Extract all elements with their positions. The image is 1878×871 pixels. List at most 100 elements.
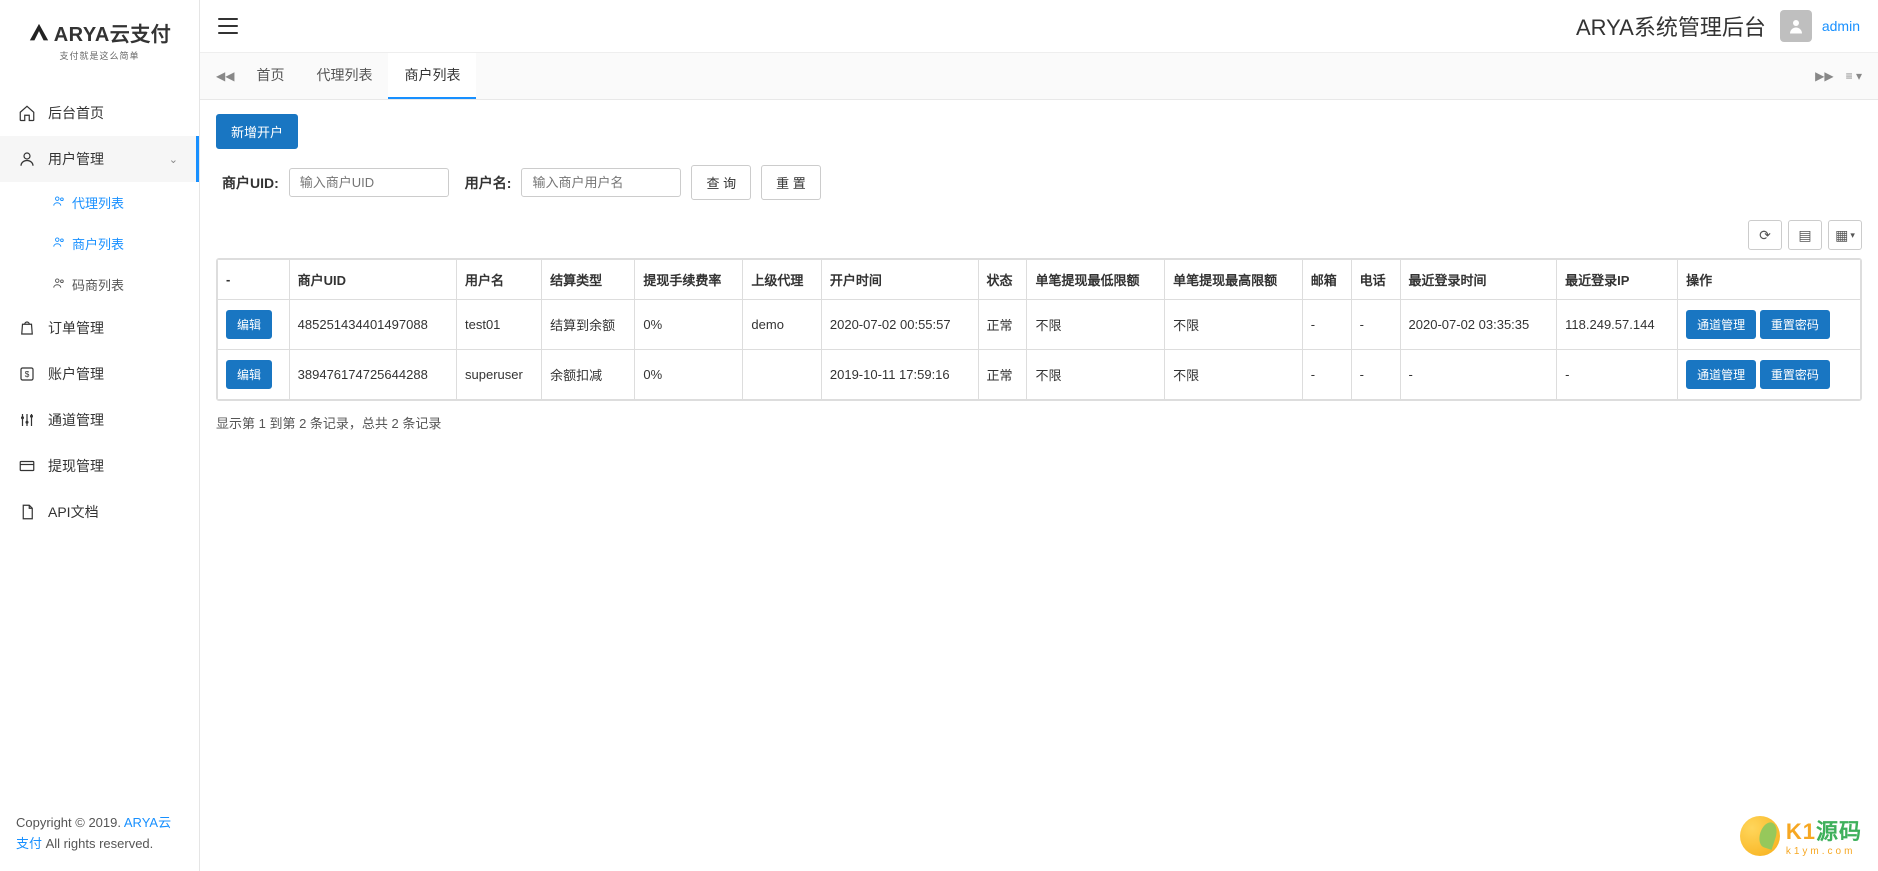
reset-button[interactable]: 重 置 [761, 165, 821, 200]
tabs-scroll-right-icon[interactable]: ▶▶ [1809, 61, 1839, 91]
watermark: K1源码 k1ym.com [1740, 814, 1862, 857]
sliders-icon [18, 411, 36, 429]
tabs-menu-icon[interactable]: ≡ ▾ [1840, 61, 1868, 91]
row-action-button[interactable]: 重置密码 [1760, 360, 1830, 389]
cell: 0% [635, 350, 743, 400]
bag-icon [18, 319, 36, 337]
refresh-icon[interactable]: ⟳ [1748, 220, 1782, 250]
copyright-prefix: Copyright © 2019. [16, 815, 124, 830]
nav-sub-item[interactable]: 代理列表 [42, 182, 199, 223]
nav-label: 用户管理 [48, 149, 157, 169]
table-summary: 显示第 1 到第 2 条记录，总共 2 条记录 [216, 413, 1862, 432]
watermark-b: 源码 [1816, 819, 1862, 844]
cell: - [1351, 300, 1400, 350]
cell: 2020-07-02 03:35:35 [1400, 300, 1557, 350]
tabs-scroll-left-icon[interactable]: ◀◀ [210, 61, 240, 91]
footer: Copyright © 2019. ARYA云支付 All rights res… [0, 797, 199, 871]
cell: 通道管理 重置密码 [1678, 350, 1861, 400]
doc-icon [18, 503, 36, 521]
filter-row: 商户UID: 用户名: 查 询 重 置 [216, 165, 1862, 200]
logo-icon [28, 22, 50, 44]
cell: 结算到余额 [542, 300, 635, 350]
svg-text:$: $ [25, 370, 30, 379]
column-header[interactable]: 电话 [1351, 260, 1400, 300]
column-header[interactable]: 上级代理 [743, 260, 821, 300]
filter-username-input[interactable] [521, 168, 681, 197]
cell: 不限 [1165, 350, 1303, 400]
nav-item-home[interactable]: 后台首页 [0, 90, 199, 136]
nav-label: 账户管理 [48, 364, 181, 384]
filter-uid-input[interactable] [289, 168, 449, 197]
nav-label: 订单管理 [48, 318, 181, 338]
column-header[interactable]: 提现手续费率 [635, 260, 743, 300]
menu-toggle-icon[interactable] [218, 18, 238, 34]
nav-label: 通道管理 [48, 410, 181, 430]
edit-button[interactable]: 编辑 [226, 360, 272, 389]
cell: - [1400, 350, 1557, 400]
watermark-k1: K1 [1786, 819, 1816, 844]
nav-item-doc[interactable]: API文档 [0, 489, 199, 535]
table-row: 编辑389476174725644288superuser余额扣减0%2019-… [218, 350, 1861, 400]
withdraw-icon [18, 457, 36, 475]
nav-sub-label: 商户列表 [72, 234, 124, 253]
nav-item-dollar[interactable]: $ 账户管理 [0, 351, 199, 397]
tab-2[interactable]: 商户列表 [388, 53, 476, 99]
nav-item-withdraw[interactable]: 提现管理 [0, 443, 199, 489]
nav-item-user[interactable]: 用户管理⌄ [0, 136, 199, 182]
column-header[interactable]: 单笔提现最高限额 [1165, 260, 1303, 300]
column-header[interactable]: 操作 [1678, 260, 1861, 300]
nav-label: API文档 [48, 502, 181, 522]
cell: 正常 [978, 350, 1027, 400]
nav-label: 后台首页 [48, 103, 181, 123]
nav-label: 提现管理 [48, 456, 181, 476]
column-header[interactable]: 最近登录IP [1557, 260, 1678, 300]
cell: 118.249.57.144 [1557, 300, 1678, 350]
edit-button[interactable]: 编辑 [226, 310, 272, 339]
cell: 2020-07-02 00:55:57 [821, 300, 978, 350]
row-action-button[interactable]: 通道管理 [1686, 310, 1756, 339]
tab-1[interactable]: 代理列表 [300, 53, 388, 99]
column-header[interactable]: 单笔提现最低限额 [1027, 260, 1165, 300]
avatar[interactable] [1780, 10, 1812, 42]
nav-item-bag[interactable]: 订单管理 [0, 305, 199, 351]
toggle-card-icon[interactable]: ▤ [1788, 220, 1822, 250]
cell: 2019-10-11 17:59:16 [821, 350, 978, 400]
column-header[interactable]: - [218, 260, 290, 300]
cell: superuser [457, 350, 542, 400]
row-action-button[interactable]: 重置密码 [1760, 310, 1830, 339]
cell: 通道管理 重置密码 [1678, 300, 1861, 350]
column-header[interactable]: 状态 [978, 260, 1027, 300]
column-header[interactable]: 结算类型 [542, 260, 635, 300]
users-icon [52, 235, 66, 252]
nav-sub-item[interactable]: 商户列表 [42, 223, 199, 264]
table-toolbar: ⟳ ▤ ▦▾ [216, 220, 1862, 250]
nav-sub-item[interactable]: 码商列表 [42, 264, 199, 305]
main: ARYA系统管理后台 admin ◀◀ 首页代理列表商户列表 ▶▶ ≡ ▾ 新增… [200, 0, 1878, 871]
nav-item-sliders[interactable]: 通道管理 [0, 397, 199, 443]
column-header[interactable]: 商户UID [289, 260, 456, 300]
users-icon [52, 194, 66, 211]
column-header[interactable]: 邮箱 [1302, 260, 1351, 300]
logo: ARYA云支付 支付就是这么简单 [0, 0, 199, 70]
nav: 后台首页用户管理⌄ 代理列表商户列表码商列表订单管理 $ 账户管理通道管理提现管理 AP… [0, 70, 199, 797]
watermark-sub: k1ym.com [1786, 846, 1862, 857]
system-title: ARYA系统管理后台 [1576, 10, 1766, 42]
cell: 不限 [1027, 300, 1165, 350]
add-merchant-button[interactable]: 新增开户 [216, 114, 298, 149]
column-header[interactable]: 开户时间 [821, 260, 978, 300]
cell: - [1351, 350, 1400, 400]
dollar-icon: $ [18, 365, 36, 383]
cell: 编辑 [218, 300, 290, 350]
users-icon [52, 276, 66, 293]
copyright-suffix: All rights reserved. [42, 836, 153, 851]
query-button[interactable]: 查 询 [691, 165, 751, 200]
nav-sub-label: 代理列表 [72, 193, 124, 212]
user-icon [18, 150, 36, 168]
nav-sub-label: 码商列表 [72, 275, 124, 294]
columns-icon[interactable]: ▦▾ [1828, 220, 1862, 250]
tab-0[interactable]: 首页 [240, 53, 300, 99]
column-header[interactable]: 最近登录时间 [1400, 260, 1557, 300]
row-action-button[interactable]: 通道管理 [1686, 360, 1756, 389]
column-header[interactable]: 用户名 [457, 260, 542, 300]
user-link[interactable]: admin [1822, 18, 1860, 34]
